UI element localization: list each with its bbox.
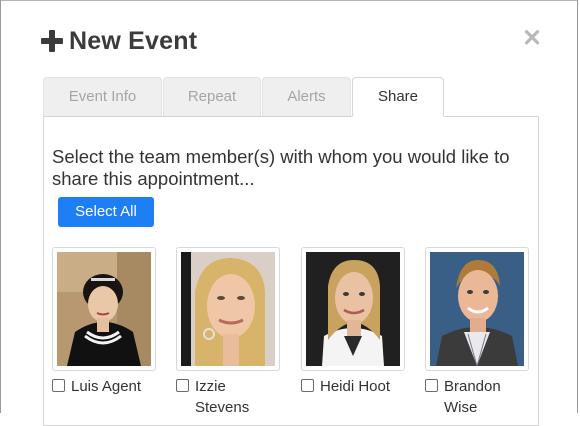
dialog-title: New Event [69,26,198,55]
member-name: Izzie Stevens [195,376,249,418]
avatar [306,252,400,366]
member-checkbox[interactable] [52,379,65,392]
member-name: Luis Agent [71,376,141,397]
member-photo [176,247,280,371]
member-photo [52,247,156,371]
tab-event-info[interactable]: Event Info [43,77,162,117]
new-event-dialog: New Event ✕ Event Info Repeat Alerts Sha… [0,0,578,426]
member-card: Izzie Stevens [176,247,282,418]
member-name: Brandon Wise [444,376,501,418]
member-name: Heidi Hoot [320,376,390,397]
select-all-button[interactable]: Select All [58,197,154,227]
member-photo [425,247,529,371]
member-photo [301,247,405,371]
member-name-line1: Izzie [195,378,226,395]
member-name-line1: Heidi Hoot [320,378,391,395]
share-prompt: Select the team member(s) with whom you … [52,146,510,189]
member-label-row: Brandon Wise [425,376,531,418]
member-name-line1: Luis Agent [71,378,142,395]
tab-repeat[interactable]: Repeat [163,77,261,117]
avatar [57,252,151,366]
member-card: Brandon Wise [425,247,531,418]
member-card: Heidi Hoot [301,247,407,397]
member-label-row: Izzie Stevens [176,376,282,418]
close-icon[interactable]: ✕ [522,27,542,51]
member-name-line2: Stevens [195,399,250,416]
avatar [181,252,275,366]
dialog-header: New Event [41,23,197,59]
avatar [430,252,524,366]
member-label-row: Heidi Hoot [301,376,407,397]
member-checkbox[interactable] [176,379,189,392]
member-checkbox[interactable] [301,379,314,392]
member-checkbox[interactable] [425,379,438,392]
member-label-row: Luis Agent [52,376,158,397]
tab-share[interactable]: Share [352,77,444,117]
member-card: Luis Agent [52,247,158,397]
member-name-line1: Brandon [444,378,501,395]
member-name-line2: Wise [444,399,478,416]
tab-bar: Event Info Repeat Alerts Share [43,77,445,117]
share-panel: Select the team member(s) with whom you … [43,116,539,426]
tab-alerts[interactable]: Alerts [262,77,351,117]
plus-icon [41,30,63,52]
